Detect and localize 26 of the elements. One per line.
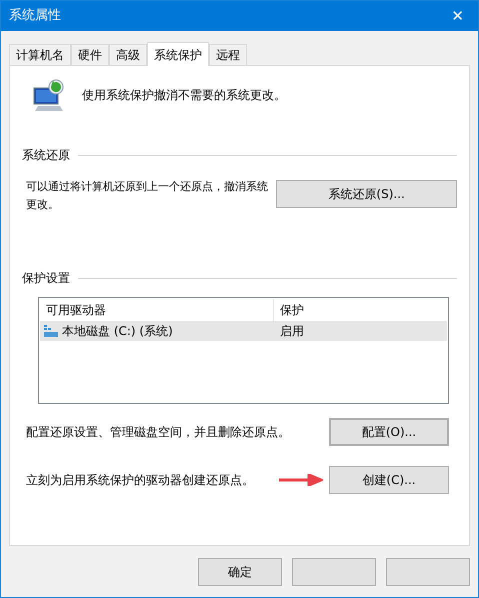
section-heading: 系统还原 bbox=[22, 147, 70, 164]
dialog-button[interactable] bbox=[386, 558, 470, 586]
tab[interactable]: 系统保护 bbox=[147, 42, 209, 66]
column-header[interactable]: 保护 bbox=[274, 299, 447, 321]
intro-text: 使用系统保护撤消不需要的系统更改。 bbox=[82, 87, 286, 104]
restore-description: 可以通过将计算机还原到上一个还原点，撤消系统更改。 bbox=[26, 179, 269, 213]
tab[interactable]: 高级 bbox=[109, 44, 147, 65]
drive-row[interactable]: 本地磁盘 (C:) (系统) 启用 bbox=[40, 321, 447, 341]
create-button[interactable]: 创建(C)... bbox=[329, 466, 449, 494]
arrow-icon bbox=[279, 474, 323, 486]
create-description: 立刻为启用系统保护的驱动器创建还原点。 bbox=[26, 472, 254, 489]
configure-button[interactable]: 配置(O)... bbox=[329, 418, 449, 446]
dialog-button[interactable]: 确定 bbox=[198, 558, 282, 586]
tab[interactable]: 硬件 bbox=[71, 44, 109, 65]
dialog-button[interactable] bbox=[292, 558, 376, 586]
drive-name: 本地磁盘 (C:) (系统) bbox=[62, 323, 173, 340]
system-restore-button[interactable]: 系统还原(S)... bbox=[276, 180, 457, 208]
section-heading: 保护设置 bbox=[22, 270, 70, 287]
computer-icon bbox=[32, 78, 66, 112]
configure-description: 配置还原设置、管理磁盘空间，并且删除还原点。 bbox=[26, 424, 290, 441]
tab[interactable]: 计算机名 bbox=[9, 44, 71, 65]
tab[interactable]: 远程 bbox=[209, 44, 247, 65]
window-title: 系统属性 bbox=[9, 7, 61, 26]
protection-status: 启用 bbox=[279, 323, 304, 340]
drive-icon bbox=[44, 325, 58, 337]
close-button[interactable]: ✕ bbox=[447, 4, 468, 28]
